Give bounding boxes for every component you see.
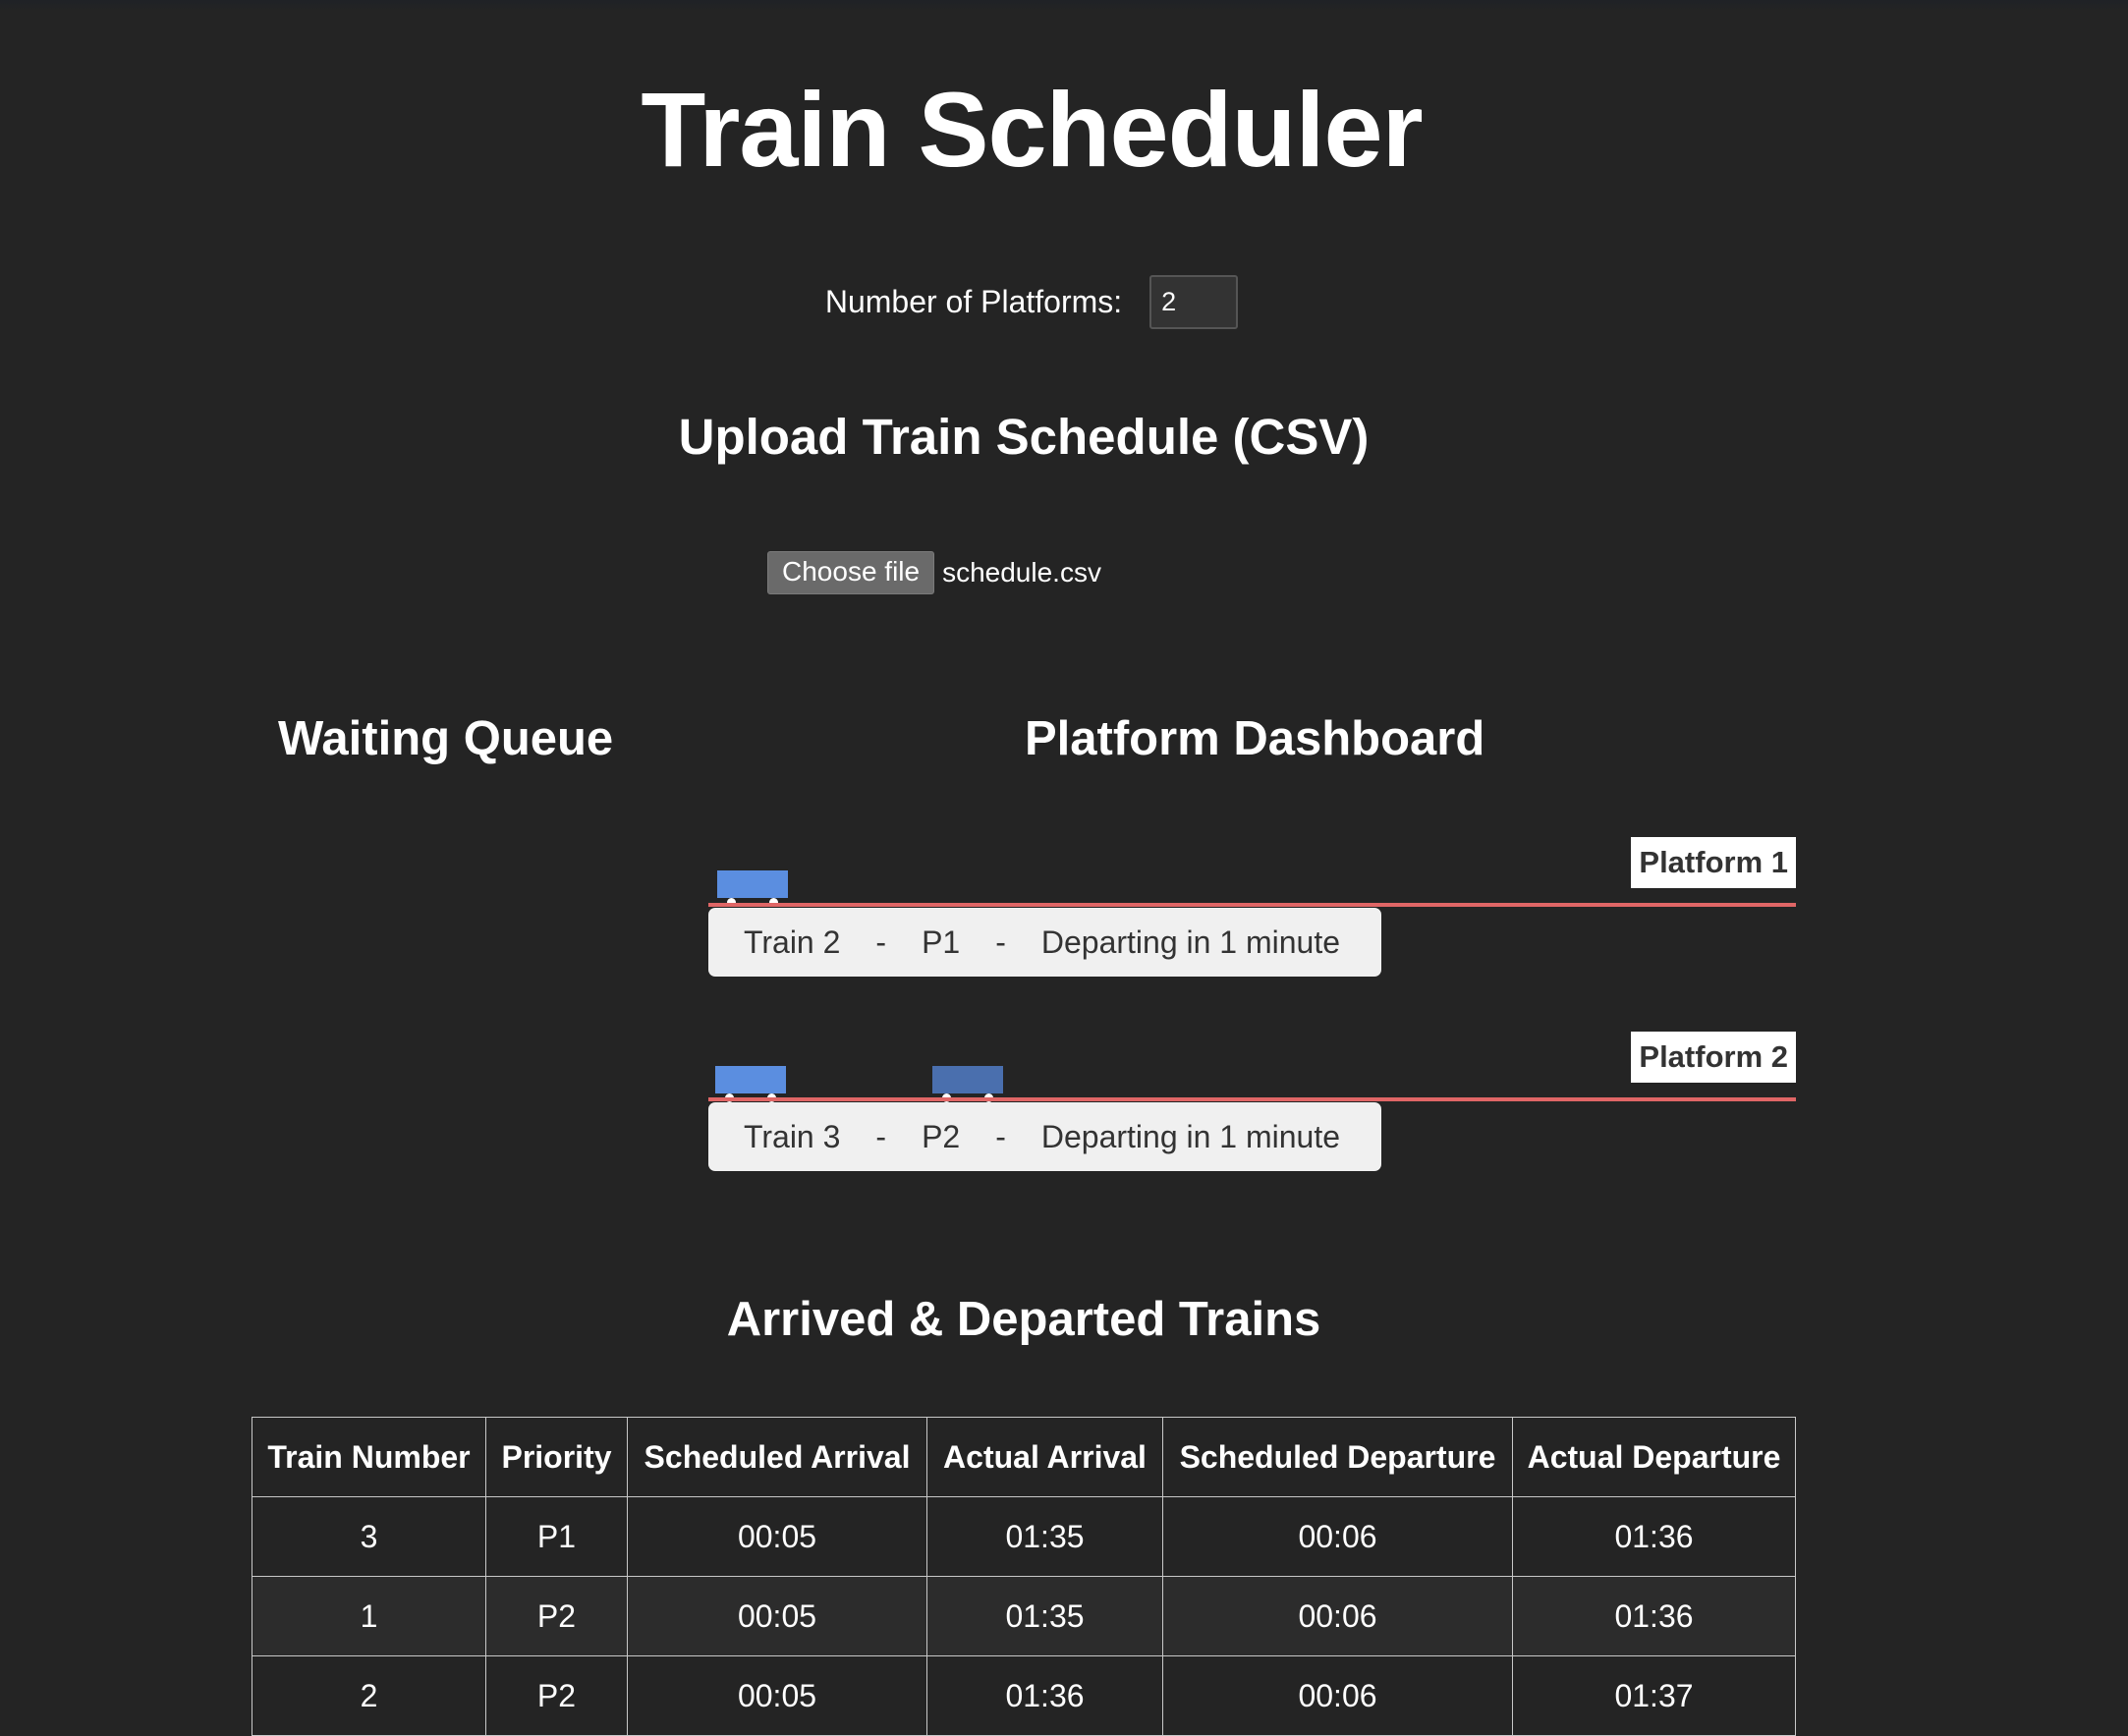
separator: -: [995, 1118, 1006, 1154]
table-cell: 00:05: [627, 1496, 927, 1577]
train-name: Train 3: [744, 1118, 841, 1154]
table-row: 2 P2 00:05 01:36 00:06 01:37: [252, 1655, 1796, 1736]
platform-1-train-card: Train 2- P1- Departing in 1 minute: [708, 908, 1381, 977]
table-cell: 00:05: [627, 1576, 927, 1656]
table-cell: 01:36: [1512, 1496, 1796, 1577]
platform-2-track: [708, 1097, 1796, 1101]
platform-count-input[interactable]: [1149, 275, 1239, 329]
choose-file-button[interactable]: Choose file: [767, 551, 935, 594]
page-title: Train Scheduler: [641, 70, 1423, 189]
platform-2-badge: Platform 2: [1631, 1032, 1796, 1083]
separator: -: [995, 924, 1006, 960]
table-cell: 00:06: [1162, 1576, 1513, 1656]
column-header: Scheduled Arrival: [627, 1417, 927, 1497]
column-header: Actual Arrival: [926, 1417, 1163, 1497]
column-header: Scheduled Departure: [1162, 1417, 1513, 1497]
top-bar: [0, 0, 2128, 12]
table-cell: P2: [485, 1576, 628, 1656]
table-cell: 00:05: [627, 1655, 927, 1736]
table-cell: 01:36: [926, 1655, 1163, 1736]
platform-dashboard-heading: Platform Dashboard: [1025, 712, 1485, 765]
train-icon: [717, 870, 788, 907]
table-cell: 00:06: [1162, 1496, 1513, 1577]
train-icon: [932, 1066, 1003, 1102]
train-status: Departing in 1 minute: [1040, 924, 1341, 960]
train-platform: P1: [922, 924, 961, 960]
table-header-row: Train Number Priority Scheduled Arrival …: [252, 1417, 1796, 1497]
file-upload: Choose file schedule.csv: [767, 551, 1101, 594]
table-cell: P1: [485, 1496, 628, 1577]
table-cell: 2: [252, 1655, 486, 1736]
platform-1-badge: Platform 1: [1631, 837, 1796, 888]
train-platform: P2: [922, 1118, 961, 1154]
table-cell: 1: [252, 1576, 486, 1656]
platform-count-row: Number of Platforms:: [0, 275, 2063, 329]
platform-1-track: [708, 903, 1796, 907]
column-header: Train Number: [252, 1417, 486, 1497]
table-cell: 01:37: [1512, 1655, 1796, 1736]
table-cell: 01:35: [926, 1496, 1163, 1577]
waiting-queue-heading: Waiting Queue: [278, 712, 614, 765]
arrived-departed-table: Train Number Priority Scheduled Arrival …: [252, 1417, 1796, 1736]
train-status: Departing in 1 minute: [1040, 1118, 1341, 1154]
table-cell: 00:06: [1162, 1655, 1513, 1736]
table-cell: 01:35: [926, 1576, 1163, 1656]
platform-2-train-card: Train 3- P2- Departing in 1 minute: [708, 1102, 1381, 1171]
column-header: Actual Departure: [1512, 1417, 1796, 1497]
table-cell: 01:36: [1512, 1576, 1796, 1656]
table-row: 3 P1 00:05 01:35 00:06 01:36: [252, 1496, 1796, 1577]
train-icon: [715, 1066, 786, 1102]
platform-count-label: Number of Platforms:: [824, 284, 1123, 319]
file-name: schedule.csv: [942, 557, 1101, 588]
column-header: Priority: [485, 1417, 628, 1497]
separator: -: [875, 1118, 887, 1154]
table-cell: P2: [485, 1655, 628, 1736]
upload-heading: Upload Train Schedule (CSV): [678, 409, 1370, 465]
table-cell: 3: [252, 1496, 486, 1577]
separator: -: [875, 924, 887, 960]
table-row: 1 P2 00:05 01:35 00:06 01:36: [252, 1576, 1796, 1656]
arrived-departed-heading: Arrived & Departed Trains: [726, 1293, 1321, 1346]
train-name: Train 2: [744, 924, 841, 960]
